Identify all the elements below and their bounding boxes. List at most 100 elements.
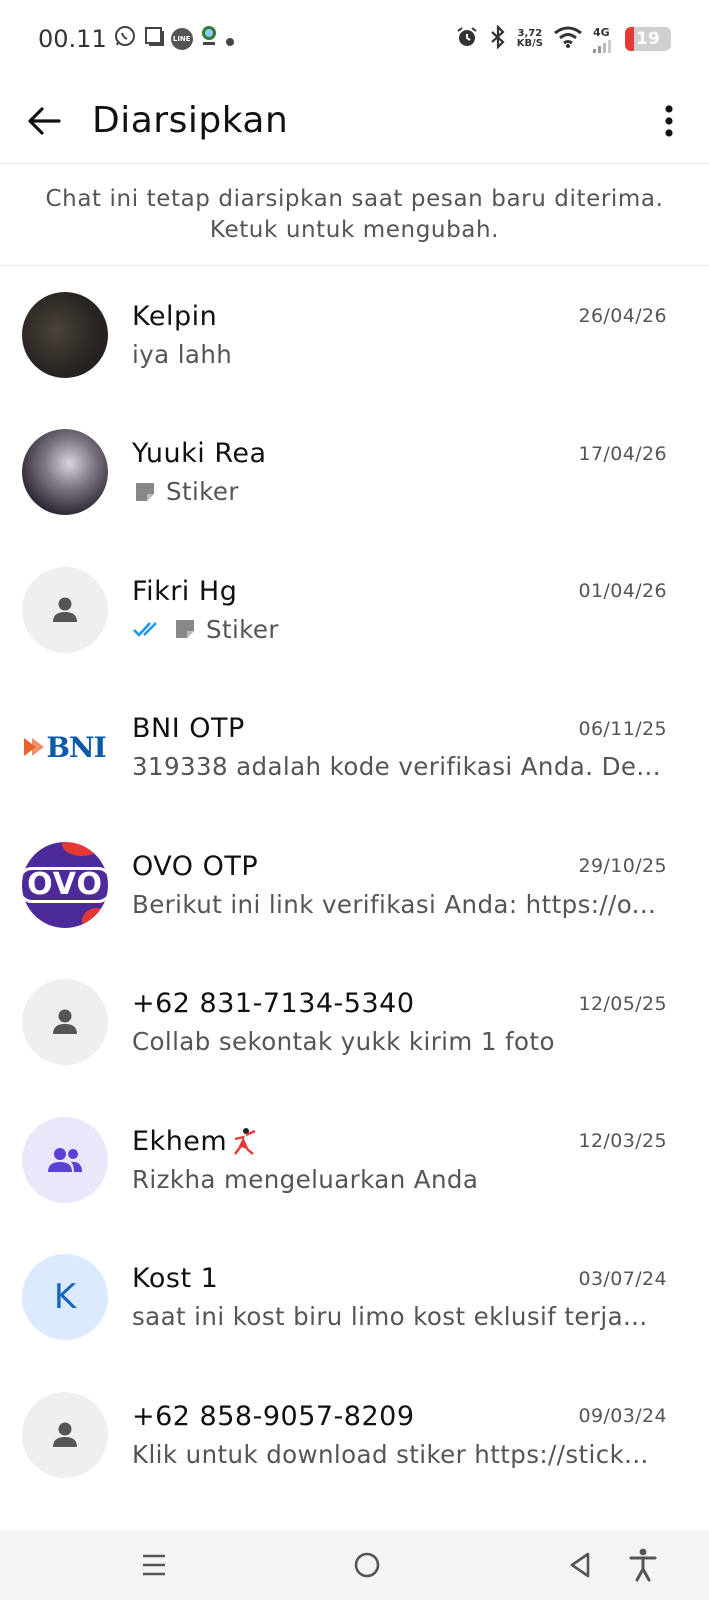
bni-logo-text: BNI bbox=[46, 730, 106, 764]
avatar-default[interactable] bbox=[22, 979, 108, 1066]
network-speed: 3,72 KB/S bbox=[517, 29, 543, 49]
chat-body: Yuuki Rea 17/04/26 Stiker bbox=[132, 438, 667, 506]
chat-name: BNI OTP bbox=[132, 713, 245, 745]
chat-row[interactable]: +62 831-7134-5340 12/05/25 Collab sekont… bbox=[0, 954, 709, 1092]
bni-mark-icon bbox=[24, 738, 45, 757]
avatar-photo[interactable] bbox=[22, 291, 108, 378]
bni-logo: BNI bbox=[24, 730, 107, 764]
accessibility-button[interactable] bbox=[623, 1545, 663, 1585]
archive-settings-banner[interactable]: Chat ini tetap diarsipkan saat pesan bar… bbox=[0, 164, 709, 266]
chat-date: 06/11/25 bbox=[578, 717, 667, 740]
alarm-icon bbox=[455, 25, 479, 53]
chat-preview: saat ini kost biru limo kost eklusif ter… bbox=[132, 1302, 648, 1332]
chat-preview: iya lahh bbox=[132, 339, 233, 369]
chat-preview: Berikut ini link verifikasi Anda: https:… bbox=[132, 889, 657, 919]
banner-line-2: Ketuk untuk mengubah. bbox=[209, 216, 500, 243]
chat-name: OVO OTP bbox=[132, 850, 259, 882]
chat-preview: Stiker bbox=[166, 477, 239, 507]
menu-lines-icon bbox=[143, 1554, 165, 1576]
page-title: Diarsipkan bbox=[92, 100, 289, 141]
network-speed-unit: KB/S bbox=[516, 38, 543, 49]
default-person-icon bbox=[53, 597, 77, 622]
chat-preview: Collab sekontak yukk kirim 1 foto bbox=[132, 1027, 555, 1057]
chat-date: 17/04/26 bbox=[578, 442, 667, 465]
avatar-default[interactable] bbox=[22, 1391, 108, 1478]
chat-date: 01/04/26 bbox=[578, 580, 667, 603]
sticker-icon bbox=[136, 482, 154, 501]
cellular-signal: 4G bbox=[593, 26, 615, 53]
system-back-button[interactable] bbox=[560, 1545, 600, 1585]
default-person-icon bbox=[53, 1009, 77, 1035]
chat-name: Yuuki Rea bbox=[132, 438, 267, 470]
triangle-back-icon bbox=[570, 1552, 590, 1578]
wifi-icon bbox=[553, 25, 583, 53]
chat-body: +62 831-7134-5340 12/05/25 Collab sekont… bbox=[132, 988, 667, 1056]
status-time: 00.11 bbox=[38, 25, 107, 53]
chat-date: 29/10/25 bbox=[578, 855, 667, 878]
ovo-logo-text: OVO bbox=[22, 866, 108, 903]
tablet-notification-icon bbox=[143, 25, 165, 53]
banner-line-1: Chat ini tetap diarsipkan saat pesan bar… bbox=[45, 185, 664, 212]
chat-preview: Stiker bbox=[206, 614, 279, 644]
chat-name: Ekhem bbox=[132, 1125, 228, 1157]
chat-row[interactable]: Ekhem 12/03/25 Rizkha mengeluarkan Anda bbox=[0, 1091, 709, 1229]
chat-row[interactable]: K Kost 1 03/07/24 saat ini kost biru lim… bbox=[0, 1229, 709, 1367]
more-options-button[interactable] bbox=[659, 99, 679, 143]
signal-bars-icon bbox=[593, 39, 611, 53]
chat-date: 26/04/26 bbox=[578, 305, 667, 328]
chat-row[interactable]: Fikri Hg 01/04/26 Stiker bbox=[0, 541, 709, 679]
chat-preview: Rizkha mengeluarkan Anda bbox=[132, 1164, 479, 1194]
group-icon bbox=[48, 1147, 82, 1172]
more-notifications-dot-icon bbox=[225, 25, 235, 53]
archived-chat-list: Kelpin 26/04/26 iya lahh Yuuki Rea 17/04… bbox=[0, 266, 709, 1504]
status-bar: 00.11 LINE 3,72 KB/S 4G 19 bbox=[0, 0, 709, 78]
default-person-icon bbox=[53, 1422, 77, 1447]
chat-row[interactable]: OVO OVO OTP 29/10/25 Berikut ini link ve… bbox=[0, 816, 709, 954]
chat-row[interactable]: Yuuki Rea 17/04/26 Stiker bbox=[0, 404, 709, 542]
app-header: Diarsipkan bbox=[0, 78, 709, 164]
battery-indicator: 19 bbox=[625, 27, 671, 51]
chat-name: Kost 1 bbox=[132, 1263, 219, 1295]
chat-date: 09/03/24 bbox=[578, 1405, 667, 1428]
chat-row[interactable]: +62 858-9057-8209 09/03/24 Klik untuk do… bbox=[0, 1366, 709, 1504]
chat-name: +62 858-9057-8209 bbox=[132, 1400, 415, 1432]
whatsapp-notification-icon bbox=[113, 24, 137, 54]
chat-body: +62 858-9057-8209 09/03/24 Klik untuk do… bbox=[132, 1401, 667, 1469]
chat-date: 03/07/24 bbox=[578, 1267, 667, 1290]
chat-body: Fikri Hg 01/04/26 Stiker bbox=[132, 576, 667, 644]
avatar-photo[interactable] bbox=[22, 429, 108, 516]
chat-row[interactable]: Kelpin 26/04/26 iya lahh bbox=[0, 266, 709, 404]
home-button[interactable] bbox=[347, 1545, 387, 1585]
chat-name: Kelpin bbox=[132, 300, 218, 332]
avatar-ovo-logo[interactable]: OVO bbox=[22, 841, 108, 928]
status-left: 00.11 LINE bbox=[38, 24, 235, 54]
chat-body: OVO OTP 29/10/25 Berikut ini link verifi… bbox=[132, 851, 667, 919]
chat-name: +62 831-7134-5340 bbox=[132, 988, 415, 1020]
avatar-bni-logo[interactable]: BNI bbox=[22, 704, 108, 791]
chat-body: Ekhem 12/03/25 Rizkha mengeluarkan Anda bbox=[132, 1126, 667, 1194]
double-check-icon bbox=[133, 622, 157, 638]
system-navigation-bar bbox=[0, 1530, 709, 1600]
bluetooth-icon bbox=[489, 24, 507, 53]
chat-preview: Klik untuk download stiker https://stick… bbox=[132, 1439, 649, 1469]
avatar-letter-text: K bbox=[53, 1277, 77, 1318]
recent-apps-button[interactable] bbox=[134, 1545, 174, 1585]
avatar-group[interactable] bbox=[22, 1116, 108, 1203]
chat-body: Kelpin 26/04/26 iya lahh bbox=[132, 301, 667, 369]
chat-name: Fikri Hg bbox=[132, 575, 238, 607]
status-right: 3,72 KB/S 4G 19 bbox=[455, 24, 671, 53]
chat-row[interactable]: BNI BNI OTP 06/11/25 319338 adalah kode … bbox=[0, 679, 709, 817]
sticker-icon bbox=[176, 620, 194, 639]
chat-date: 12/03/25 bbox=[578, 1130, 667, 1153]
arrow-left-icon bbox=[28, 106, 61, 135]
battery-level: 19 bbox=[636, 29, 660, 49]
back-button[interactable] bbox=[22, 99, 66, 143]
avatar-default[interactable] bbox=[22, 566, 108, 653]
accessibility-icon bbox=[629, 1548, 657, 1582]
chat-date: 12/05/25 bbox=[578, 992, 667, 1015]
network-type: 4G bbox=[593, 25, 610, 39]
chat-body: BNI OTP 06/11/25 319338 adalah kode veri… bbox=[132, 713, 667, 781]
chat-preview: 319338 adalah kode verifikasi Anda. De..… bbox=[132, 752, 661, 782]
avatar-letter[interactable]: K bbox=[22, 1254, 108, 1341]
more-vertical-icon bbox=[665, 104, 673, 137]
